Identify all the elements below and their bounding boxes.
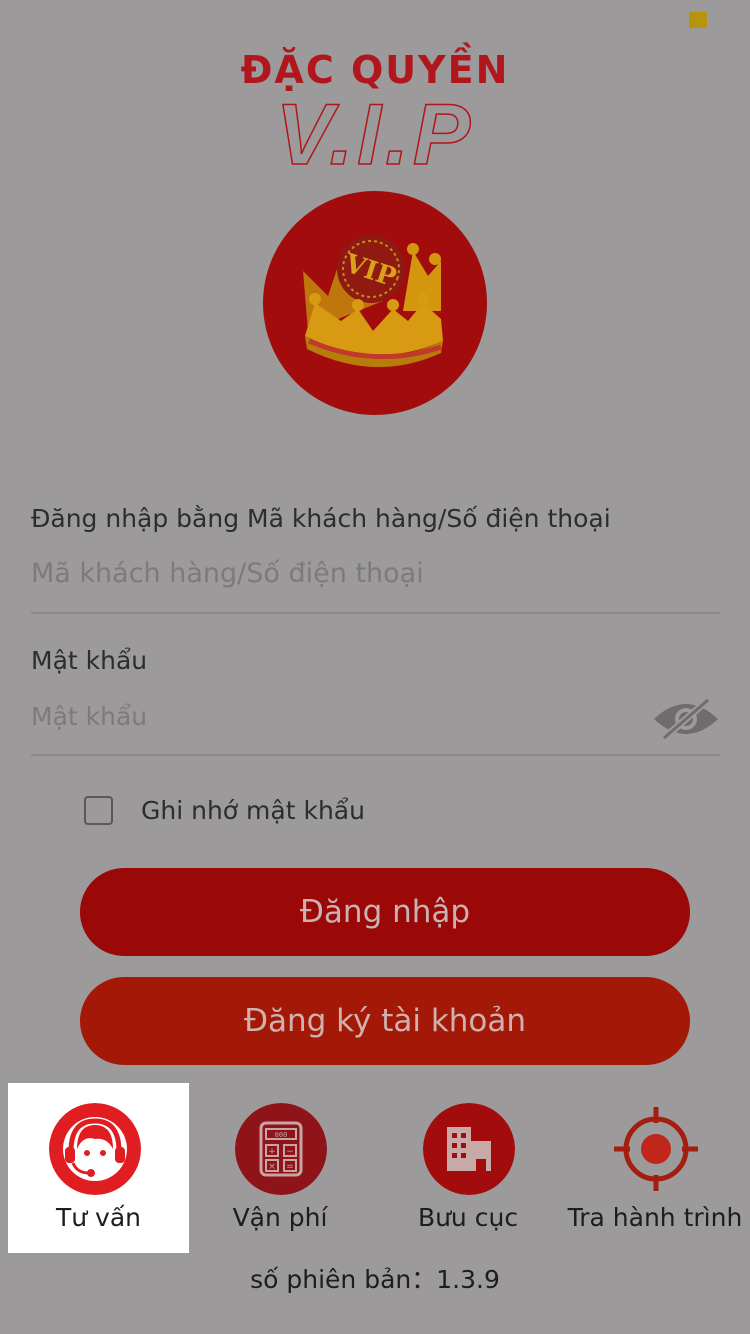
svg-text:×: × <box>268 1162 276 1172</box>
nav-label-shipping-fee: Vận phí <box>232 1203 328 1232</box>
brand-vip-text: V.I.P <box>276 90 475 174</box>
register-button[interactable]: Đăng ký tài khoản <box>80 977 690 1065</box>
password-input[interactable] <box>31 702 651 731</box>
brand-title: ĐẶC QUYỀN <box>240 48 510 92</box>
status-indicator <box>689 12 707 28</box>
password-divider <box>31 754 720 756</box>
login-button[interactable]: Đăng nhập <box>80 868 690 956</box>
nav-item-shipping-fee[interactable]: 000 + − × = Vận phí <box>190 1083 370 1253</box>
calculator-icon: 000 + − × = <box>235 1103 327 1195</box>
brand-vip-logo: V.I.P <box>275 90 475 174</box>
nav-item-track-order[interactable]: Tra hành trình <box>560 1083 750 1253</box>
remember-password-label[interactable]: Ghi nhớ mật khẩu <box>141 796 365 825</box>
nav-item-consult[interactable]: Tư vấn <box>8 1083 189 1253</box>
app-version: số phiên bản：1.3.9 <box>250 1265 500 1294</box>
username-label: Đăng nhập bằng Mã khách hàng/Số điện tho… <box>31 504 611 533</box>
nav-label-post-office: Bưu cục <box>417 1203 519 1232</box>
svg-text:−: − <box>286 1147 294 1157</box>
username-input[interactable] <box>31 558 651 589</box>
remember-password-checkbox[interactable] <box>84 796 113 825</box>
headset-support-icon <box>49 1103 141 1195</box>
building-icon <box>423 1103 515 1195</box>
svg-text:000: 000 <box>275 1131 288 1139</box>
svg-text:=: = <box>286 1162 294 1172</box>
username-divider <box>31 612 720 614</box>
nav-label-track-order: Tra hành trình <box>567 1203 743 1232</box>
password-label: Mật khẩu <box>31 646 148 675</box>
vip-crown-logo: VIP <box>263 191 487 415</box>
eye-slash-icon[interactable] <box>650 694 722 744</box>
nav-label-consult: Tư vấn <box>55 1203 142 1232</box>
svg-text:+: + <box>268 1147 276 1157</box>
nav-item-post-office[interactable]: Bưu cục <box>378 1083 558 1253</box>
crown-icon: VIP <box>303 235 443 368</box>
target-locate-icon <box>614 1107 698 1191</box>
